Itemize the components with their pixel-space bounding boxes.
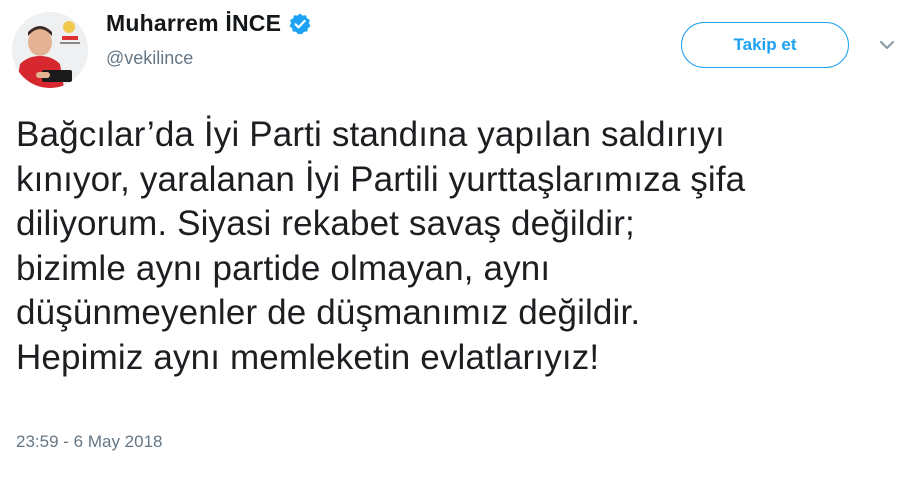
- tweet-text: Bağcılar’da İyi Parti standına yapılan s…: [16, 115, 746, 377]
- avatar[interactable]: [12, 12, 88, 88]
- chevron-down-icon[interactable]: [877, 36, 897, 54]
- tweet-card: Muharrem İNCE @vekilince Takip et Bağcıl…: [0, 0, 915, 480]
- avatar-image: [12, 12, 88, 88]
- tweet-timestamp[interactable]: 23:59 - 6 May 2018: [16, 432, 162, 452]
- user-names: Muharrem İNCE @vekilince: [106, 10, 312, 69]
- display-name[interactable]: Muharrem İNCE: [106, 10, 281, 37]
- tweet-header: Muharrem İNCE @vekilince Takip et: [0, 0, 915, 100]
- user-handle[interactable]: @vekilince: [106, 48, 312, 69]
- name-row: Muharrem İNCE: [106, 10, 312, 37]
- verified-badge-icon: [288, 12, 312, 36]
- follow-button[interactable]: Takip et: [681, 22, 849, 68]
